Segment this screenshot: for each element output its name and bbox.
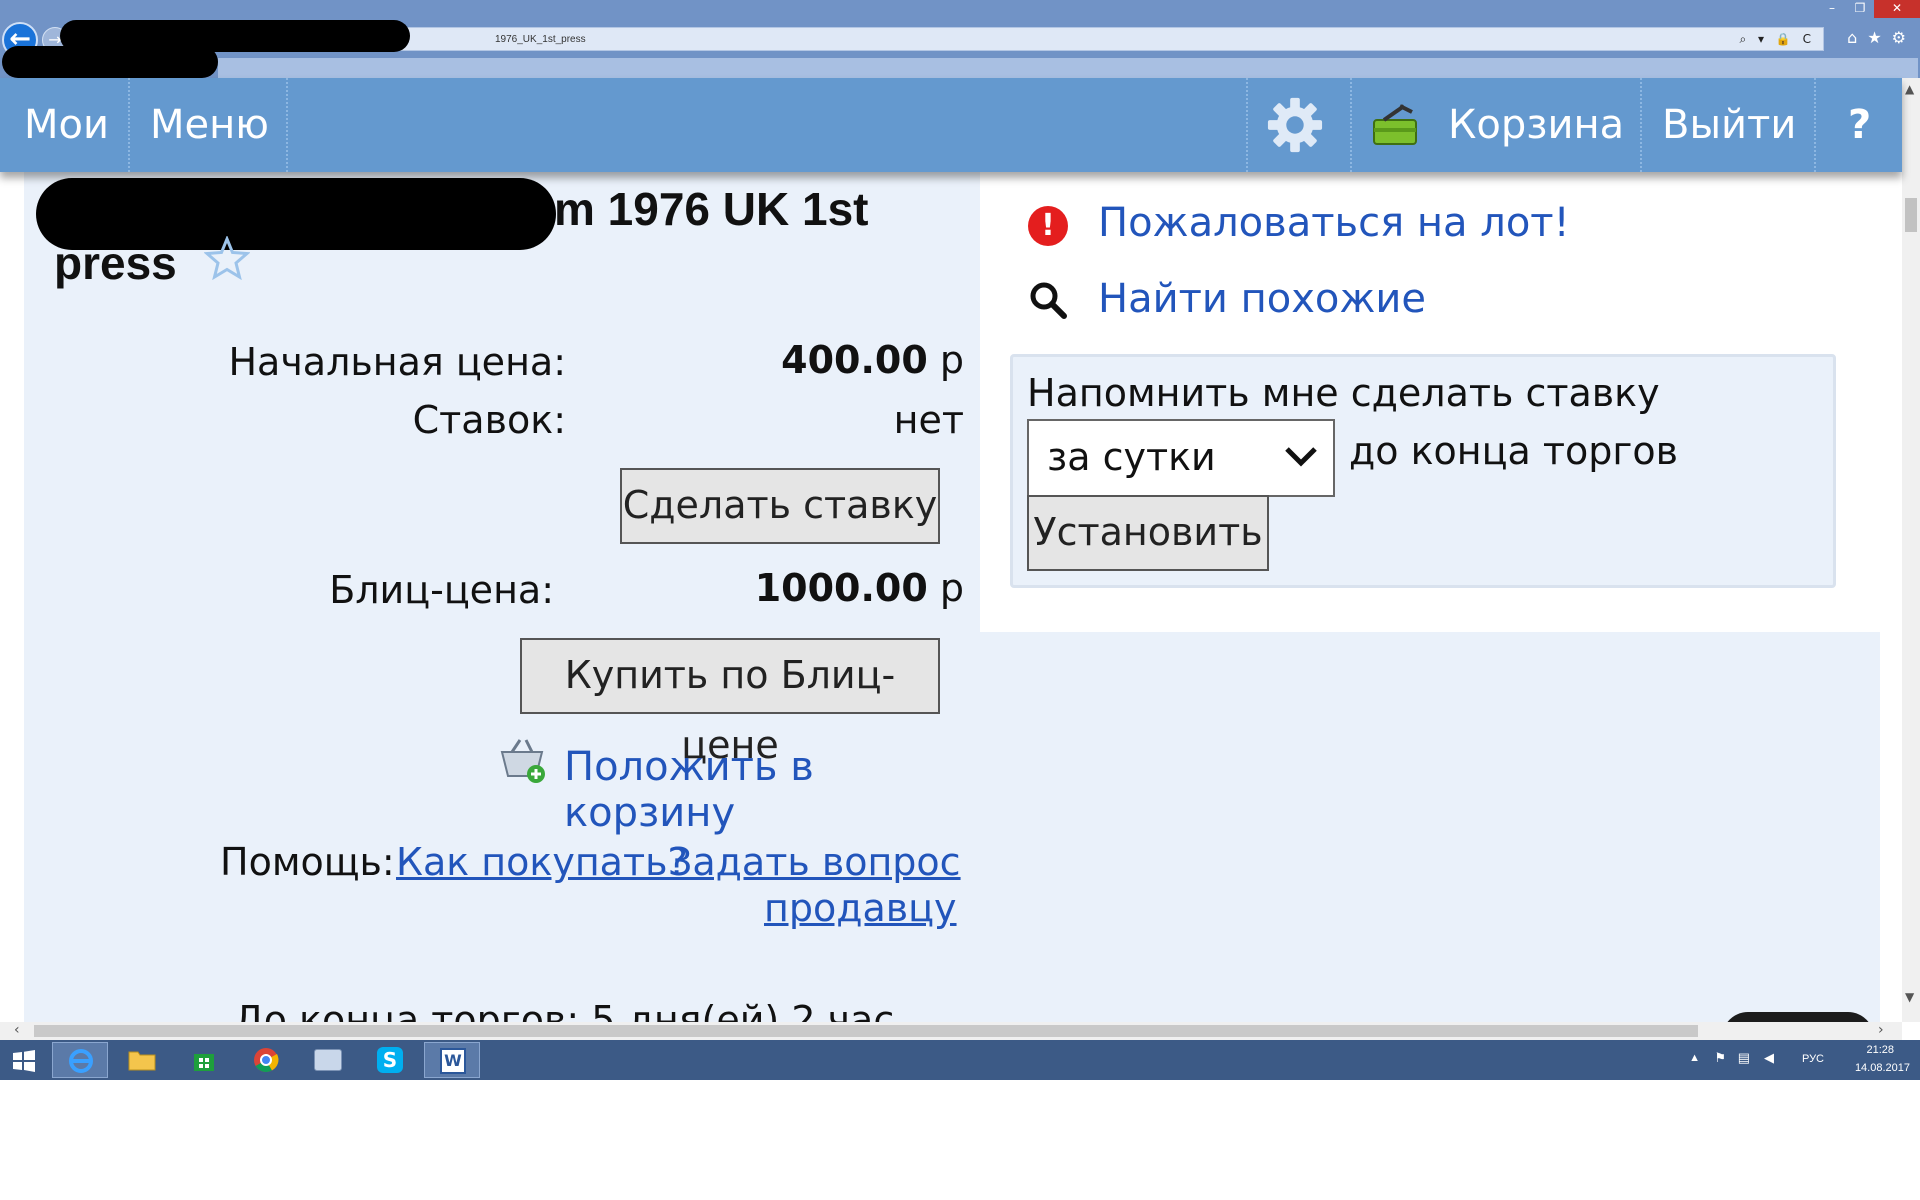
find-similar-link[interactable]: Найти похожие: [1098, 276, 1426, 322]
scroll-left-arrow-icon[interactable]: ‹: [14, 1022, 20, 1038]
vertical-scroll-thumb[interactable]: [1905, 198, 1917, 232]
nav-help[interactable]: ?: [1848, 78, 1871, 172]
header-divider: [128, 78, 130, 172]
bids-value: нет: [893, 398, 964, 442]
tray-expand-icon[interactable]: ▲: [1689, 1052, 1700, 1064]
currency: р: [939, 566, 964, 610]
bids-label: Ставок:: [412, 398, 566, 442]
report-lot-link[interactable]: Пожаловаться на лот!: [1098, 200, 1570, 246]
blitz-amount: 1000.00: [754, 566, 928, 610]
reminder-select-value: за сутки: [1047, 435, 1216, 479]
chrome-logo-icon: [254, 1048, 279, 1073]
bid-reminder-box: Напомнить мне сделать ставку за сутки до…: [1010, 354, 1836, 588]
windows-start-icon[interactable]: [12, 1049, 36, 1073]
browser-chrome: ← → 1976_UK_1st_press ⌕ ▾ 🔒 C – ❐ ✕ ⌂ ★ …: [0, 0, 1920, 78]
volume-icon[interactable]: ◀: [1764, 1050, 1774, 1066]
close-icon[interactable]: ✕: [1874, 0, 1920, 18]
flag-icon[interactable]: ⚑: [1714, 1050, 1726, 1066]
store-bag-icon: [194, 1054, 214, 1071]
site-header: Мои Меню Корзина Выйти ?: [0, 78, 1902, 172]
ask-seller-link-2[interactable]: продавцу: [764, 886, 957, 930]
reminder-title: Напомнить мне сделать ставку: [1027, 371, 1660, 415]
ask-seller-link[interactable]: Задать вопрос: [668, 840, 961, 884]
buy-blitz-button[interactable]: Купить по Блиц-цене: [520, 638, 940, 767]
scroll-up-arrow-icon[interactable]: ▲: [1905, 82, 1914, 96]
chevron-down-icon: [1285, 447, 1317, 467]
reminder-select[interactable]: за сутки: [1027, 419, 1335, 497]
cart-basket-icon[interactable]: [1370, 102, 1420, 148]
blank-area: [0, 1080, 1920, 1200]
favorite-star-icon[interactable]: [204, 236, 250, 280]
redacted-tab-title: [2, 46, 218, 78]
help-label: Помощь:: [220, 840, 395, 884]
clock-time[interactable]: 21:28: [1866, 1044, 1894, 1056]
file-explorer-icon[interactable]: [114, 1042, 170, 1078]
folder-icon: [128, 1051, 156, 1071]
redacted-title: [36, 178, 556, 250]
start-price-label: Начальная цена:: [228, 340, 566, 384]
window-controls: – ❐ ✕: [1818, 0, 1920, 20]
search-icon: [1030, 282, 1067, 319]
home-icon[interactable]: ⌂: [1847, 28, 1857, 47]
add-basket-icon[interactable]: [498, 738, 548, 784]
network-icon[interactable]: ▤: [1738, 1050, 1750, 1066]
nav-cart[interactable]: Корзина: [1448, 78, 1624, 172]
language-indicator[interactable]: РУС: [1802, 1053, 1824, 1065]
blitz-label: Блиц-цена:: [329, 568, 554, 612]
side-panel: ! Пожаловаться на лот! Найти похожие Нап…: [980, 172, 1880, 632]
tab-strip[interactable]: [218, 58, 1918, 78]
currency: р: [939, 338, 964, 382]
word-glyph: W: [440, 1048, 466, 1074]
restore-icon[interactable]: ❐: [1846, 0, 1874, 18]
store-icon[interactable]: [176, 1042, 232, 1078]
header-divider: [1640, 78, 1642, 172]
settings-gear-icon[interactable]: ⚙: [1892, 28, 1906, 47]
internet-explorer-icon[interactable]: [52, 1042, 108, 1078]
vertical-scrollbar[interactable]: ▲ ▼: [1902, 78, 1920, 1022]
browser-toolbar: ⌂ ★ ⚙: [1847, 28, 1906, 47]
window-glyph: [314, 1049, 342, 1071]
word-icon[interactable]: W: [424, 1042, 480, 1078]
header-divider: [286, 78, 288, 172]
nav-menu[interactable]: Меню: [150, 78, 269, 172]
side-panel-lower: [980, 632, 1880, 1022]
favorites-star-icon[interactable]: ★: [1867, 28, 1881, 47]
chrome-icon[interactable]: [238, 1042, 294, 1078]
start-price-amount: 400.00: [781, 338, 928, 382]
blitz-value: 1000.00 р: [624, 566, 964, 610]
add-to-cart-link[interactable]: Положить в корзину: [564, 744, 980, 836]
taskbar: S W ▲ ⚑ ▤ ◀ РУС 21:28 14.08.2017: [0, 1040, 1920, 1080]
lot-panel: m 1976 UK 1st press Начальная цена: 400.…: [24, 172, 980, 1022]
nav-my[interactable]: Мои: [24, 78, 109, 172]
horizontal-scrollbar[interactable]: ‹ ›: [0, 1022, 1902, 1040]
app-window-icon[interactable]: [300, 1042, 356, 1078]
warning-icon: !: [1028, 206, 1068, 246]
time-left-clip: До конца торгов: 5 дня(ей) 2 час: [234, 998, 934, 1022]
address-icons[interactable]: ⌕ ▾ 🔒 C: [1739, 32, 1815, 47]
skype-glyph: S: [377, 1047, 403, 1073]
header-divider: [1246, 78, 1248, 172]
scroll-down-arrow-icon[interactable]: ▼: [1905, 990, 1914, 1004]
skype-icon[interactable]: S: [362, 1042, 418, 1078]
scroll-right-arrow-icon[interactable]: ›: [1878, 1022, 1884, 1038]
minimize-icon[interactable]: –: [1818, 0, 1846, 18]
gear-icon[interactable]: [1266, 96, 1324, 154]
set-reminder-button[interactable]: Установить: [1027, 495, 1269, 571]
how-to-buy-link[interactable]: Как покупать?: [396, 840, 688, 884]
time-left: До конца торгов: 5 дня(ей) 2 час: [234, 998, 895, 1022]
horizontal-scroll-thumb[interactable]: [34, 1025, 1698, 1037]
place-bid-button[interactable]: Сделать ставку: [620, 468, 940, 544]
address-text: 1976_UK_1st_press: [495, 34, 586, 45]
clock-date[interactable]: 14.08.2017: [1855, 1062, 1910, 1074]
header-divider: [1814, 78, 1816, 172]
page-content: m 1976 UK 1st press Начальная цена: 400.…: [0, 172, 1902, 1164]
ie-logo-icon: [69, 1049, 93, 1073]
header-divider: [1350, 78, 1352, 172]
start-price-value: 400.00 р: [624, 338, 964, 382]
reminder-after-text: до конца торгов: [1349, 429, 1678, 473]
screen: ← → 1976_UK_1st_press ⌕ ▾ 🔒 C – ❐ ✕ ⌂ ★ …: [0, 0, 1920, 1200]
nav-logout[interactable]: Выйти: [1662, 78, 1796, 172]
